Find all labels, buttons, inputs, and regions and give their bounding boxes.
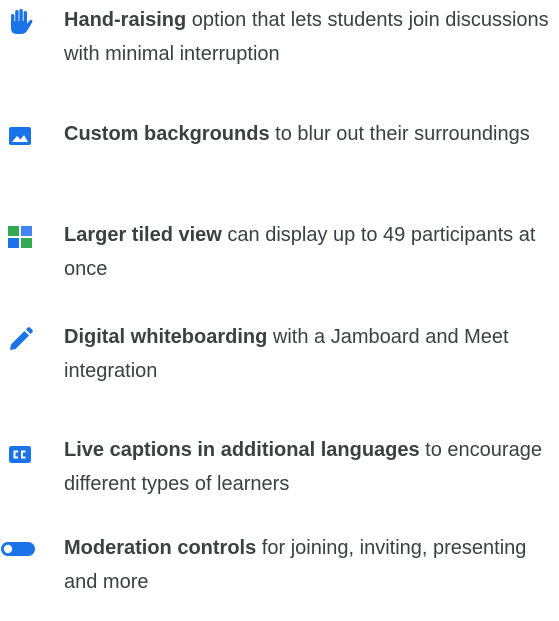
feature-live-captions: Live captions in additional languages to… xyxy=(0,433,559,523)
feature-title: Hand-raising xyxy=(64,9,187,31)
feature-whiteboarding: Digital whiteboarding with a Jamboard an… xyxy=(0,320,559,410)
feature-description: to blur out their surroundings xyxy=(269,123,530,145)
feature-title: Live captions in additional languages xyxy=(64,439,420,461)
feature-text: Larger tiled view can display up to 49 p… xyxy=(64,218,556,286)
feature-title: Moderation controls xyxy=(64,537,257,559)
feature-custom-backgrounds: Custom backgrounds to blur out their sur… xyxy=(0,117,559,207)
feature-text: Live captions in additional languages to… xyxy=(64,433,556,501)
feature-moderation-controls: Moderation controls for joining, invitin… xyxy=(0,531,559,621)
closed-captions-icon xyxy=(6,440,34,468)
feature-text: Digital whiteboarding with a Jamboard an… xyxy=(64,320,556,388)
feature-text: Hand-raising option that lets students j… xyxy=(64,3,556,71)
feature-text: Custom backgrounds to blur out their sur… xyxy=(64,117,556,151)
feature-hand-raising: Hand-raising option that lets students j… xyxy=(0,3,559,93)
feature-list: Hand-raising option that lets students j… xyxy=(0,0,559,609)
feature-title: Digital whiteboarding xyxy=(64,326,268,348)
feature-text: Moderation controls for joining, invitin… xyxy=(64,531,556,599)
tiled-view-icon xyxy=(6,223,34,251)
feature-title: Larger tiled view xyxy=(64,224,222,246)
pencil-icon xyxy=(6,326,34,354)
toggle-icon xyxy=(0,535,36,563)
hand-raise-icon xyxy=(6,8,34,36)
feature-title: Custom backgrounds xyxy=(64,123,270,145)
image-icon xyxy=(6,122,34,150)
feature-tiled-view: Larger tiled view can display up to 49 p… xyxy=(0,218,559,308)
